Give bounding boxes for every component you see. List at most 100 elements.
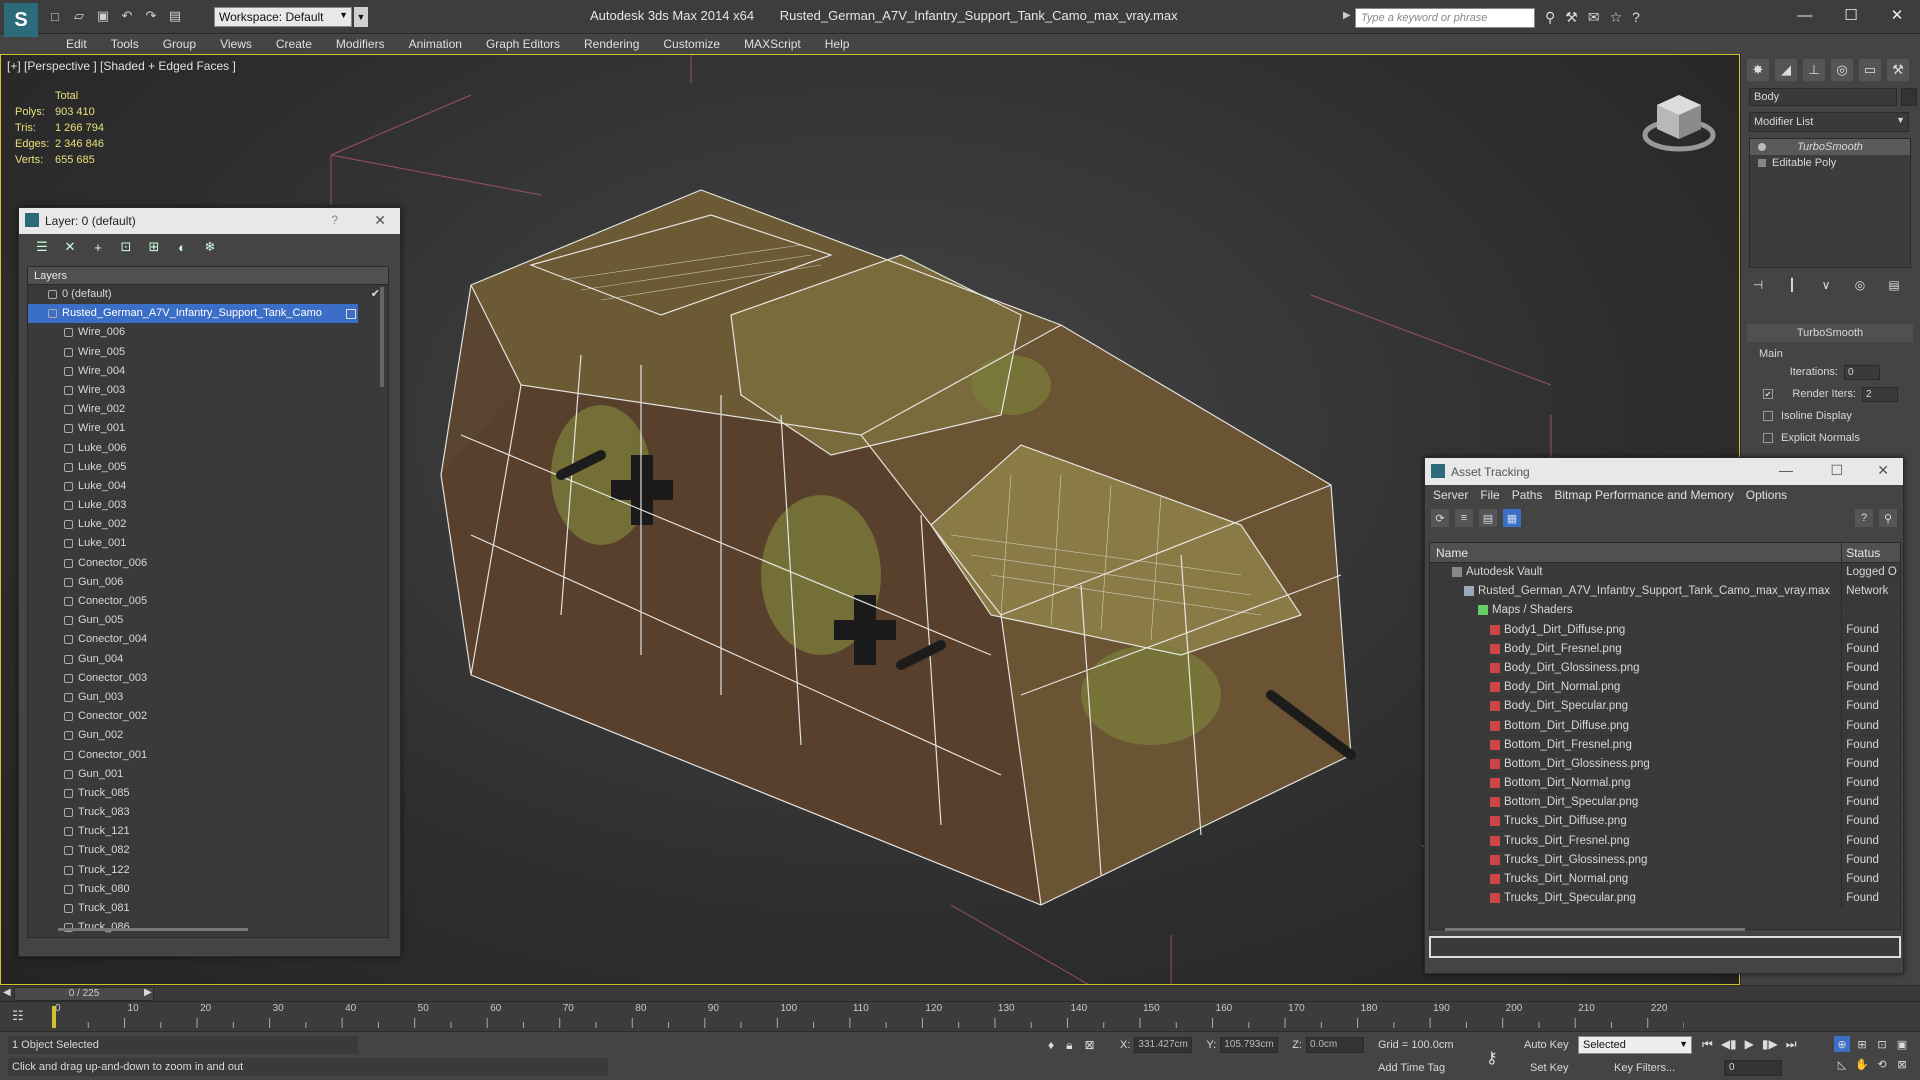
render-iters-checkbox[interactable]: ✔ xyxy=(1763,389,1773,399)
asset-row[interactable]: Rusted_German_A7V_Infantry_Support_Tank_… xyxy=(1430,582,1900,602)
asset-row[interactable]: Trucks_Dirt_Diffuse.png Found xyxy=(1430,812,1900,832)
prev-frame-icon[interactable]: ◀ xyxy=(3,987,11,998)
modify-tab-icon[interactable]: ◢ xyxy=(1775,59,1797,81)
name-column-header[interactable]: Name xyxy=(1430,543,1843,562)
asset-row[interactable]: Bottom_Dirt_Normal.png Found xyxy=(1430,774,1900,794)
layer-object-row[interactable]: Gun_005 xyxy=(28,611,388,630)
time-slider[interactable]: ◀ 0 / 225 ▶ xyxy=(0,985,1920,1001)
minimize-icon[interactable]: — xyxy=(1779,462,1793,478)
asset-row[interactable]: Autodesk Vault Logged O xyxy=(1430,563,1900,583)
stack-item-editable-poly[interactable]: Editable Poly xyxy=(1750,155,1910,171)
menu-paths[interactable]: Paths xyxy=(1506,485,1549,505)
zoom-extents-icon[interactable]: ⊡ xyxy=(1874,1036,1890,1052)
favorites-star-icon[interactable]: ☆ xyxy=(1610,9,1623,26)
layer-list[interactable]: Layers 0 (default) ✔ Rusted_German_A7V_In… xyxy=(27,266,389,938)
layer-object-row[interactable]: Conector_004 xyxy=(28,630,388,649)
table-view-icon[interactable]: ▦ xyxy=(1503,509,1521,527)
asset-row[interactable]: Bottom_Dirt_Fresnel.png Found xyxy=(1430,735,1900,755)
layer-object-row[interactable]: Conector_001 xyxy=(28,746,388,765)
maximize-icon[interactable]: ☐ xyxy=(1828,0,1874,30)
previous-frame-icon[interactable]: ◀▮ xyxy=(1721,1037,1737,1052)
horizontal-scrollbar[interactable] xyxy=(58,928,248,931)
selection-lock-icon[interactable]: 🔒︎ xyxy=(1066,1038,1072,1053)
asset-row[interactable]: Body_Dirt_Glossiness.png Found xyxy=(1430,658,1900,679)
refresh-icon[interactable]: ⟳ xyxy=(1431,509,1449,527)
new-file-icon[interactable]: □ xyxy=(46,7,64,25)
x-coordinate-field[interactable]: 331.427cm xyxy=(1134,1037,1193,1053)
layer-row[interactable]: 0 (default) ✔ xyxy=(28,285,388,304)
asset-row[interactable]: Bottom_Dirt_Specular.png Found xyxy=(1430,793,1900,813)
current-layer-toggle-icon[interactable] xyxy=(346,309,356,320)
key-mode-icon[interactable]: ⚷ xyxy=(1486,1048,1498,1068)
asset-row[interactable]: Body_Dirt_Specular.png Found xyxy=(1430,697,1900,717)
menu-file[interactable]: File xyxy=(1474,485,1505,505)
orbit-icon[interactable]: ⟲ xyxy=(1874,1056,1890,1072)
menu-maxscript[interactable]: MAXScript xyxy=(732,34,813,54)
next-frame-icon[interactable]: ▶ xyxy=(144,987,152,998)
layer-object-row[interactable]: Wire_003 xyxy=(28,381,388,400)
menu-server[interactable]: Server xyxy=(1427,485,1474,505)
close-icon[interactable]: ✕ xyxy=(1877,462,1889,479)
status-column-header[interactable]: Status xyxy=(1842,543,1900,562)
close-icon[interactable]: ✕ xyxy=(374,212,386,229)
layer-object-row[interactable]: Truck_121 xyxy=(28,822,388,841)
isolate-selection-icon[interactable]: ♦ xyxy=(1048,1038,1054,1053)
menu-customize[interactable]: Customize xyxy=(651,34,732,54)
maximize-viewport-icon[interactable]: ⊠ xyxy=(1894,1056,1910,1072)
menu-modifiers[interactable]: Modifiers xyxy=(324,34,397,54)
play-icon[interactable]: ▶ xyxy=(1745,1037,1754,1052)
communication-icon[interactable]: ✉ xyxy=(1588,9,1600,26)
workspace-menu-icon[interactable]: ▼ xyxy=(354,7,368,27)
help-icon[interactable]: ? xyxy=(1632,9,1640,26)
add-time-tag-button[interactable]: Add Time Tag xyxy=(1378,1062,1445,1074)
layer-object-row[interactable]: Gun_003 xyxy=(28,688,388,707)
isoline-checkbox[interactable] xyxy=(1763,411,1773,421)
set-key-button[interactable]: Set Key xyxy=(1530,1062,1569,1074)
new-layer-icon[interactable]: ☰ xyxy=(33,238,51,256)
stack-item-turbosmooth[interactable]: TurboSmooth xyxy=(1750,139,1910,155)
remove-modifier-icon[interactable]: ◎ xyxy=(1851,276,1869,294)
menu-bitmap-performance[interactable]: Bitmap Performance and Memory xyxy=(1548,485,1739,505)
workspace-select[interactable]: Workspace: Default ▼ xyxy=(214,7,352,27)
utilities-tab-icon[interactable]: ⚒ xyxy=(1887,59,1909,81)
make-unique-icon[interactable]: ∨ xyxy=(1817,276,1835,294)
create-tab-icon[interactable]: ✸ xyxy=(1747,59,1769,81)
field-of-view-icon[interactable]: ◺ xyxy=(1834,1056,1850,1072)
layer-object-row[interactable]: Gun_002 xyxy=(28,726,388,745)
auto-key-button[interactable]: Auto Key xyxy=(1524,1039,1569,1051)
asset-row[interactable]: Trucks_Dirt_Fresnel.png Found xyxy=(1430,831,1900,851)
show-end-result-icon[interactable]: ┃ xyxy=(1783,276,1801,294)
layer-object-row[interactable]: Truck_080 xyxy=(28,880,388,899)
asset-path-field[interactable] xyxy=(1429,936,1901,958)
layer-object-row[interactable]: Wire_002 xyxy=(28,400,388,419)
key-filters-button[interactable]: Key Filters... xyxy=(1614,1062,1675,1074)
layer-object-row[interactable]: Truck_081 xyxy=(28,899,388,918)
delete-layer-icon[interactable]: ✕ xyxy=(61,238,79,256)
menu-tools[interactable]: Tools xyxy=(99,34,151,54)
list-view-icon[interactable]: ≡ xyxy=(1455,509,1473,527)
pin-stack-icon[interactable]: ⊣ xyxy=(1749,276,1767,294)
menu-help[interactable]: Help xyxy=(813,34,862,54)
vertical-scrollbar[interactable] xyxy=(380,287,384,387)
save-icon[interactable]: ▣ xyxy=(94,7,112,25)
viewcube-icon[interactable] xyxy=(1641,85,1717,161)
layer-object-row[interactable]: Wire_001 xyxy=(28,419,388,438)
asset-row[interactable]: Body_Dirt_Fresnel.png Found xyxy=(1430,639,1900,659)
modifier-list-dropdown[interactable]: Modifier List ▼ xyxy=(1749,112,1909,132)
layer-object-row[interactable]: Wire_006 xyxy=(28,323,388,342)
light-bulb-icon[interactable] xyxy=(1758,143,1766,151)
undo-icon[interactable]: ↶ xyxy=(118,7,136,25)
layer-object-row[interactable]: Truck_083 xyxy=(28,803,388,822)
layer-object-row[interactable]: Truck_082 xyxy=(28,841,388,860)
menu-views[interactable]: Views xyxy=(208,34,264,54)
asset-row[interactable]: Trucks_Dirt_Glossiness.png Found xyxy=(1430,850,1900,870)
menu-group[interactable]: Group xyxy=(151,34,208,54)
asset-tracking-titlebar[interactable]: Asset Tracking — ☐ ✕ xyxy=(1425,458,1903,485)
layer-object-row[interactable]: Conector_005 xyxy=(28,592,388,611)
expand-icon[interactable] xyxy=(1758,159,1766,167)
asset-row[interactable]: Trucks_Dirt_Normal.png Found xyxy=(1430,870,1900,890)
viewport-label[interactable]: [+] [Perspective ] [Shaded + Edged Faces… xyxy=(7,59,236,73)
zoom-icon[interactable]: ⊕ xyxy=(1834,1036,1850,1052)
layer-object-row[interactable]: Gun_006 xyxy=(28,573,388,592)
menu-edit[interactable]: Edit xyxy=(54,34,99,54)
